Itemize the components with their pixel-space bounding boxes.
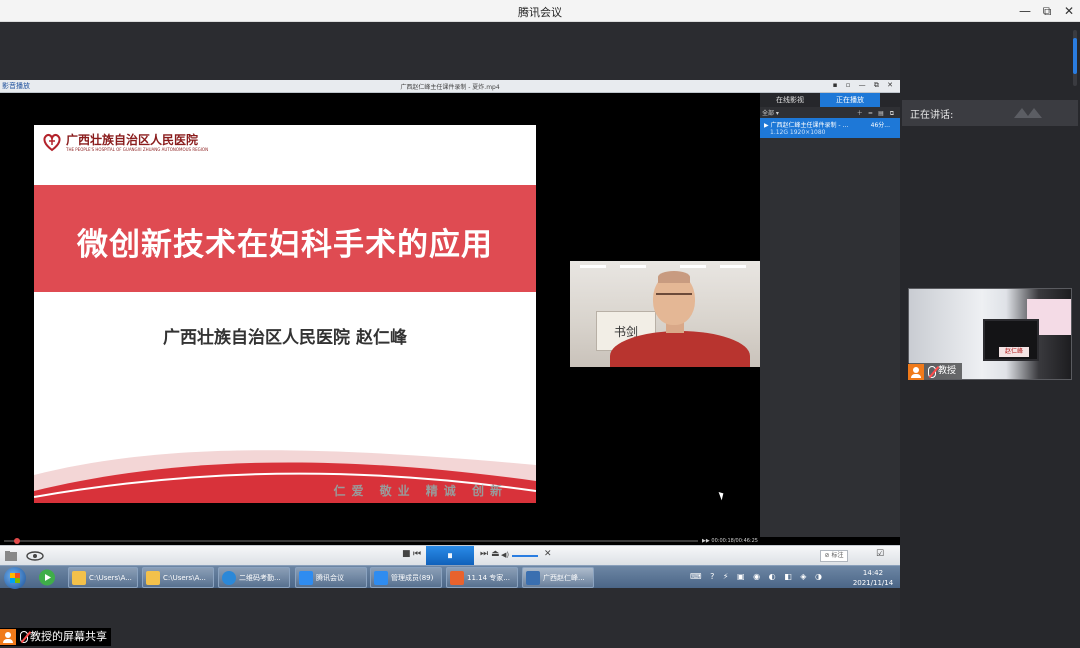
slide-title: 微创新技术在妇科手术的应用 <box>77 227 493 263</box>
folder-icon <box>146 571 160 585</box>
folder-icon <box>72 571 86 585</box>
taskbar-item-manage-members[interactable]: 管理成员(89) <box>370 567 442 588</box>
taskbar-item-tencent-meeting[interactable]: 腾讯会议 <box>295 567 367 588</box>
annotate-button[interactable]: ⊘ 标注 <box>820 550 848 562</box>
playlist-item[interactable]: ▶ 广西赵仁峰主任课件录制 - ... 46分... 1.12G 1920×10… <box>760 118 900 138</box>
restore-button[interactable]: ⧉ <box>1038 2 1056 20</box>
playlist-item-title: ▶ 广西赵仁峰主任课件录制 - ... <box>764 122 849 129</box>
taskbar-item-player[interactable]: 广西赵仁峰... <box>522 567 594 588</box>
player-controls: ■ ⏮ ⏸ ⏭ ⏏ ◀) ✕ ⊘ 标注 ☑ <box>0 545 900 566</box>
speaking-indicator: 正在讲话: <box>902 100 1078 126</box>
player-window-buttons[interactable]: ▪ ▫ — ⧉ ✕ <box>833 81 896 90</box>
speaking-label: 正在讲话: <box>910 110 954 121</box>
previous-button[interactable]: ⏮ <box>413 549 421 559</box>
tencent-meeting-logo-icon <box>1014 108 1042 118</box>
next-button[interactable]: ⏭ <box>480 549 488 559</box>
hospital-logo-icon <box>43 133 61 152</box>
presentation-slide: 广西壮族自治区人民医院 THE PEOPLE'S HOSPITAL OF GUA… <box>34 125 536 503</box>
window-title: 腾讯会议 <box>518 6 562 19</box>
player-file-title: 广西赵仁峰主任课件录制 - 夏炸.mp4 <box>400 84 500 91</box>
window-titlebar: 腾讯会议 — ⧉ ✕ <box>0 0 1080 22</box>
taskbar-item-powerpoint[interactable]: 11.14 专家... <box>446 567 518 588</box>
taskbar-item-label: C:\Users\A... <box>163 574 206 582</box>
video-canvas[interactable]: 广西壮族自治区人民医院 THE PEOPLE'S HOSPITAL OF GUA… <box>0 93 760 537</box>
seek-track[interactable] <box>4 540 698 542</box>
hospital-name-en: THE PEOPLE'S HOSPITAL OF GUANGXI ZHUANG … <box>66 147 209 152</box>
taskbar-item-label: C:\Users\A... <box>89 574 132 582</box>
user-icon <box>908 364 924 380</box>
playlist-item-meta: 1.12G 1920×1080 <box>770 129 826 136</box>
volume-icon[interactable]: ◀) <box>501 551 509 559</box>
player-titlebar: 影音播放 广西赵仁峰主任课件录制 - 夏炸.mp4 ▪ ▫ — ⧉ ✕ <box>0 80 900 93</box>
hospital-motto: 仁爱 敬业 精诚 创新 <box>333 484 508 498</box>
clock-time: 14:42 <box>862 569 884 577</box>
close-button[interactable]: ✕ <box>1060 2 1078 20</box>
media-player-window: 影音播放 广西赵仁峰主任课件录制 - 夏炸.mp4 ▪ ▫ — ⧉ ✕ 广西壮族… <box>0 80 900 586</box>
playlist-tabs: 在线影视 正在播放 <box>760 93 900 107</box>
playlist-tool-icons[interactable]: ＋ ━ ▤ ⧉ <box>857 108 896 118</box>
panel-scrollbar[interactable] <box>1073 30 1077 86</box>
participant-name: 教授 <box>938 366 957 376</box>
tencent-meeting-icon <box>299 571 313 585</box>
taskbar-clock[interactable]: 14:42 2021/11/14 <box>848 568 898 588</box>
participant-label: 教授 <box>908 363 963 380</box>
playlist-filter[interactable]: 全部 ▾ <box>762 108 779 117</box>
presenter-camera-feed: 书剑 <box>570 261 760 367</box>
tab-online-video[interactable]: 在线影视 <box>760 93 820 107</box>
tab-now-playing[interactable]: 正在播放 <box>820 93 880 107</box>
eye-icon[interactable] <box>26 551 44 561</box>
folder-icon[interactable] <box>4 550 18 562</box>
video-player-icon <box>526 571 540 585</box>
mic-muted-icon <box>928 366 936 378</box>
playlist-toolbar: 全部 ▾ ＋ ━ ▤ ⧉ <box>760 107 900 117</box>
windows-taskbar: C:\Users\A... C:\Users\A... 二维码考勤... 腾讯会… <box>0 565 900 589</box>
taskbar-item-label: 二维码考勤... <box>239 574 281 582</box>
ie-icon <box>222 571 236 585</box>
presenter-glasses <box>656 293 692 299</box>
taskbar-item-explorer-1[interactable]: C:\Users\A... <box>68 567 138 588</box>
media-player-icon[interactable] <box>38 569 56 586</box>
scrollbar-thumb[interactable] <box>1073 38 1077 74</box>
taskbar-item-label: 管理成员(89) <box>391 574 434 582</box>
volume-slider[interactable] <box>512 555 538 557</box>
settings-checkbox-icon[interactable]: ☑ <box>876 549 884 559</box>
taskbar-item-explorer-2[interactable]: C:\Users\A... <box>142 567 214 588</box>
fast-forward-icon[interactable]: ▶▶ <box>702 538 710 544</box>
stop-button[interactable]: ■ <box>402 549 411 559</box>
pause-button[interactable]: ⏸ <box>426 546 474 566</box>
screen-share-label: 教授的屏幕共享 <box>0 628 111 646</box>
eject-button[interactable]: ⏏ <box>491 549 500 559</box>
presenter-hair <box>658 271 690 283</box>
system-tray-icons[interactable]: ⌨ ? ⚡ ▣ ◉ ◐ ◧ ◈ ◑ <box>690 572 825 581</box>
nameplate: 赵仁峰 <box>999 347 1029 357</box>
taskbar-item-browser[interactable]: 二维码考勤... <box>218 567 290 588</box>
playlist-item-duration: 46分... <box>870 122 890 129</box>
seek-time: 00:00:18/00:46:25 <box>711 538 758 544</box>
user-icon <box>0 629 16 645</box>
seek-bar[interactable]: ▶▶ 00:00:18/00:46:25 <box>0 537 760 545</box>
share-label-text: 教授的屏幕共享 <box>30 630 107 643</box>
taskbar-item-label: 广西赵仁峰... <box>543 574 585 582</box>
tencent-meeting-icon <box>374 571 388 585</box>
taskbar-item-label: 腾讯会议 <box>316 574 344 582</box>
mic-muted-icon <box>20 631 28 643</box>
slide-author: 广西壮族自治区人民医院 赵仁峰 <box>163 328 407 348</box>
clock-date: 2021/11/14 <box>852 579 894 587</box>
mouse-cursor-icon <box>718 490 726 501</box>
title-banner: 微创新技术在妇科手术的应用 <box>34 185 536 292</box>
seek-knob[interactable] <box>14 538 20 544</box>
powerpoint-icon <box>450 571 464 585</box>
shuffle-button[interactable]: ✕ <box>544 549 552 559</box>
start-button[interactable] <box>4 567 26 589</box>
taskbar-item-label: 11.14 专家... <box>467 574 510 582</box>
playlist-panel: 在线影视 正在播放 全部 ▾ ＋ ━ ▤ ⧉ ▶ 广西赵仁峰主任课件录制 - .… <box>760 93 900 537</box>
minimize-button[interactable]: — <box>1016 2 1034 20</box>
hospital-name-cn: 广西壮族自治区人民医院 <box>66 133 199 147</box>
